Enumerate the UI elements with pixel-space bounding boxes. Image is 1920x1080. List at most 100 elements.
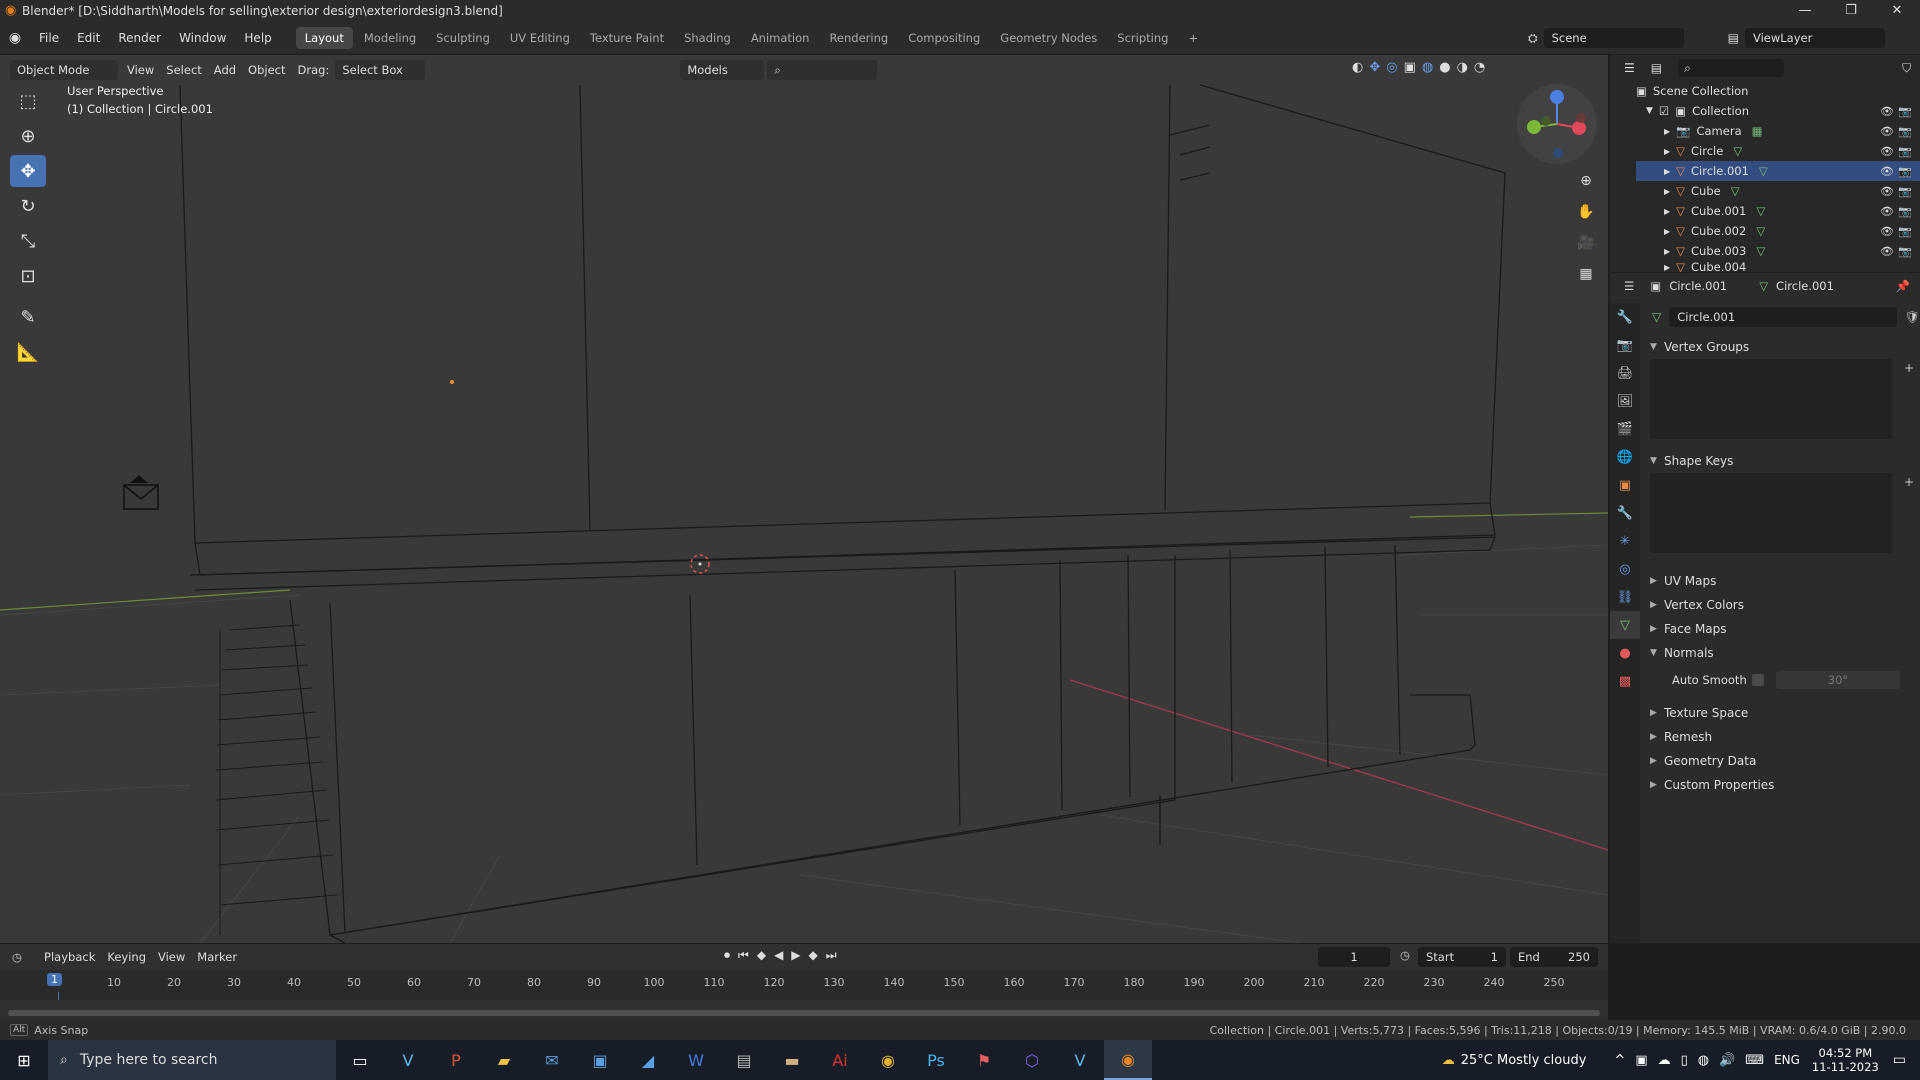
render-camera-icon[interactable]: 📷 bbox=[1898, 185, 1912, 198]
store-icon[interactable]: ▣ bbox=[576, 1040, 624, 1080]
vertex-colors-panel[interactable]: ▶ Vertex Colors bbox=[1640, 593, 1920, 617]
zoom-icon[interactable]: ⊕ bbox=[1572, 167, 1600, 195]
eye-icon[interactable]: 👁 bbox=[1880, 125, 1894, 138]
restore-button[interactable]: ❐ bbox=[1828, 0, 1874, 22]
prev-keyframe-icon[interactable]: ◆ bbox=[757, 948, 766, 963]
app-icon[interactable]: ◢ bbox=[624, 1040, 672, 1080]
add-workspace-button[interactable]: + bbox=[1179, 27, 1207, 49]
view-layer-tab-icon[interactable]: 🖼 bbox=[1610, 387, 1640, 415]
list-item[interactable]: ▶ ▽ Cube.004 bbox=[1636, 261, 1920, 273]
notification-icon[interactable]: ▭ bbox=[1893, 1052, 1906, 1068]
fake-user-icon[interactable]: 🛡 bbox=[1905, 310, 1920, 324]
normals-panel[interactable]: ▼ Normals bbox=[1640, 641, 1920, 665]
view-layer-selector[interactable]: ViewLayer bbox=[1744, 28, 1885, 48]
transform-tool-icon[interactable]: ⊡ bbox=[10, 260, 46, 292]
menu-help[interactable]: Help bbox=[235, 22, 280, 54]
overlay-icon[interactable]: ◎ bbox=[1386, 60, 1397, 75]
texture-space-panel[interactable]: ▶ Texture Space bbox=[1640, 701, 1920, 725]
render-camera-icon[interactable]: 📷 bbox=[1898, 165, 1912, 178]
render-camera-icon[interactable]: 📷 bbox=[1898, 125, 1912, 138]
volume-icon[interactable]: 🔊 bbox=[1719, 1053, 1735, 1068]
list-item[interactable]: ▶ ▽ Cube.002 ▽ 👁 📷 bbox=[1636, 221, 1920, 241]
shape-keys-panel[interactable]: ▼ Shape Keys bbox=[1640, 449, 1920, 473]
powerpoint-icon[interactable]: P bbox=[432, 1040, 480, 1080]
vertex-groups-panel[interactable]: ▼ Vertex Groups bbox=[1640, 335, 1920, 359]
properties-editor-type-icon[interactable]: ☰ bbox=[1624, 279, 1634, 293]
tab-uv-editing[interactable]: UV Editing bbox=[501, 27, 579, 49]
editor-type-icon[interactable]: ☰ bbox=[1624, 61, 1635, 75]
app-icon[interactable]: ⬡ bbox=[1008, 1040, 1056, 1080]
menu-playback[interactable]: Playback bbox=[38, 950, 101, 964]
filter-icon[interactable]: ⛉ bbox=[1902, 61, 1911, 76]
measure-tool-icon[interactable]: 📐 bbox=[10, 336, 46, 368]
list-item-selected[interactable]: ▶ ▽ Circle.001 ▽ 👁 📷 bbox=[1636, 161, 1920, 181]
constraints-tab-icon[interactable]: ⛓ bbox=[1610, 583, 1640, 611]
menu-file[interactable]: File bbox=[30, 22, 68, 54]
mode-selector[interactable]: Object Mode bbox=[10, 60, 118, 80]
file-explorer-icon[interactable]: ▰ bbox=[480, 1040, 528, 1080]
eye-icon[interactable]: 👁 bbox=[1880, 185, 1894, 198]
list-item[interactable]: ▶ ▽ Cube.001 ▽ 👁 📷 bbox=[1636, 201, 1920, 221]
app-icon[interactable]: ▤ bbox=[720, 1040, 768, 1080]
mesh-name-field[interactable]: Circle.001 bbox=[1669, 307, 1897, 327]
timeline-editor-type-icon[interactable]: ◷ bbox=[12, 950, 22, 964]
tray-chevron-icon[interactable]: ^ bbox=[1614, 1053, 1625, 1068]
texture-tab-icon[interactable]: ▩ bbox=[1610, 667, 1640, 695]
tab-layout[interactable]: Layout bbox=[295, 27, 353, 49]
cursor-tool-icon[interactable]: ⊕ bbox=[10, 120, 46, 152]
display-mode-icon[interactable]: ▤ bbox=[1651, 61, 1662, 75]
menu-edit[interactable]: Edit bbox=[68, 22, 109, 54]
keyboard-icon[interactable]: ⌨ bbox=[1745, 1053, 1764, 1068]
auto-smooth-angle-field[interactable]: 30° bbox=[1776, 671, 1900, 689]
face-maps-panel[interactable]: ▶ Face Maps bbox=[1640, 617, 1920, 641]
tab-modeling[interactable]: Modeling bbox=[355, 27, 425, 49]
list-item[interactable]: ▶ ▽ Cube ▽ 👁 📷 bbox=[1636, 181, 1920, 201]
render-camera-icon[interactable]: 📷 bbox=[1898, 145, 1912, 158]
uv-maps-panel[interactable]: ▶ UV Maps bbox=[1640, 569, 1920, 593]
render-camera-icon[interactable]: 📷 bbox=[1898, 105, 1912, 118]
play-reverse-icon[interactable]: ◀ bbox=[774, 948, 783, 963]
select-box-tool-icon[interactable]: ⬚ bbox=[10, 85, 46, 117]
particles-tab-icon[interactable]: ✳ bbox=[1610, 527, 1640, 555]
data-tab-icon[interactable]: ▽ bbox=[1610, 611, 1640, 639]
chrome-icon[interactable]: ◉ bbox=[864, 1040, 912, 1080]
custom-properties-panel[interactable]: ▶ Custom Properties bbox=[1640, 773, 1920, 797]
menu-select[interactable]: Select bbox=[160, 63, 207, 77]
render-camera-icon[interactable]: 📷 bbox=[1898, 225, 1912, 238]
visibility-icon[interactable]: ◐ bbox=[1352, 60, 1363, 75]
list-item[interactable]: ▶ ▽ Circle ▽ 👁 📷 bbox=[1636, 141, 1920, 161]
material-shading-icon[interactable]: ◑ bbox=[1457, 60, 1468, 75]
modifier-tab-icon[interactable]: 🔧 bbox=[1610, 499, 1640, 527]
menu-window[interactable]: Window bbox=[170, 22, 235, 54]
language-indicator[interactable]: ENG bbox=[1774, 1053, 1800, 1067]
tab-compositing[interactable]: Compositing bbox=[899, 27, 989, 49]
menu-marker[interactable]: Marker bbox=[191, 950, 243, 964]
cloud-icon[interactable]: ☁ bbox=[1658, 1053, 1671, 1068]
collection-row[interactable]: ▼ ☑ ▣ Collection 👁 📷 bbox=[1636, 101, 1920, 121]
add-vertex-group-icon[interactable]: + bbox=[1904, 361, 1914, 375]
list-item[interactable]: ▶ ▽ Cube.003 ▽ 👁 📷 bbox=[1636, 241, 1920, 261]
navigation-gizmo[interactable] bbox=[1516, 83, 1598, 165]
rendered-shading-icon[interactable]: ◔ bbox=[1474, 60, 1485, 75]
eye-icon[interactable]: 👁 bbox=[1880, 165, 1894, 178]
weather-icon[interactable]: ☁ bbox=[1442, 1053, 1455, 1068]
photoshop-icon[interactable]: Ps bbox=[912, 1040, 960, 1080]
tab-shading[interactable]: Shading bbox=[675, 27, 740, 49]
remesh-panel[interactable]: ▶ Remesh bbox=[1640, 725, 1920, 749]
tab-sculpting[interactable]: Sculpting bbox=[427, 27, 499, 49]
task-view-icon[interactable]: ▭ bbox=[336, 1040, 384, 1080]
camera-view-icon[interactable]: 🎥 bbox=[1572, 229, 1600, 257]
tool-tab-icon[interactable]: 🔧 bbox=[1610, 303, 1640, 331]
blender-menu-icon[interactable]: ◉ bbox=[0, 30, 30, 46]
app-icon[interactable]: ▬ bbox=[768, 1040, 816, 1080]
tab-texture-paint[interactable]: Texture Paint bbox=[581, 27, 673, 49]
list-item[interactable]: ▶ 📷 Camera ▦ 👁 📷 bbox=[1636, 121, 1920, 141]
pan-hand-icon[interactable]: ✋ bbox=[1572, 198, 1600, 226]
playhead[interactable]: 1 bbox=[47, 973, 62, 986]
add-shape-key-icon[interactable]: + bbox=[1904, 475, 1914, 489]
search-icon[interactable]: ⌕ bbox=[767, 60, 878, 80]
menu-timeline-view[interactable]: View bbox=[152, 950, 191, 964]
tab-geometry-nodes[interactable]: Geometry Nodes bbox=[991, 27, 1106, 49]
play-icon[interactable]: ▶ bbox=[791, 948, 800, 963]
next-keyframe-icon[interactable]: ◆ bbox=[809, 948, 818, 963]
